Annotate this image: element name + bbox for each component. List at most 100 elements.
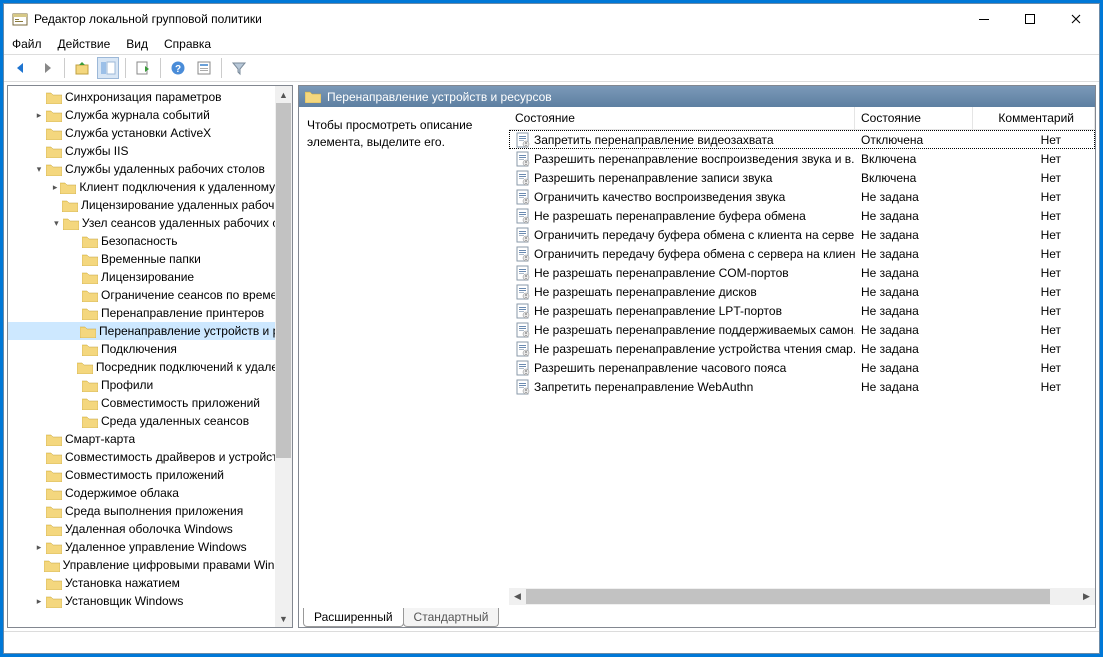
policy-row[interactable]: Ограничить качество воспроизведения звук… xyxy=(509,187,1095,206)
policy-row[interactable]: Ограничить передачу буфера обмена с серв… xyxy=(509,244,1095,263)
help-button[interactable]: ? xyxy=(167,57,189,79)
tree-item[interactable]: Лицензирование xyxy=(8,268,292,286)
tab-standard[interactable]: Стандартный xyxy=(403,608,500,627)
export-list-button[interactable] xyxy=(132,57,154,79)
tree-item[interactable]: Удаленная оболочка Windows xyxy=(8,520,292,538)
policy-row[interactable]: Разрешить перенаправление часового пояса… xyxy=(509,358,1095,377)
show-hide-tree-button[interactable] xyxy=(97,57,119,79)
statusbar xyxy=(4,631,1099,653)
tree-item-label: Посредник подключений к удаленному рабоч… xyxy=(96,358,292,376)
folder-icon xyxy=(82,415,98,428)
column-header-comment[interactable]: Комментарий xyxy=(973,107,1095,129)
tree-item[interactable]: ▸Удаленное управление Windows xyxy=(8,538,292,556)
tree-item[interactable]: Временные папки xyxy=(8,250,292,268)
tree-item[interactable]: Совместимость приложений xyxy=(8,466,292,484)
policy-name: Запретить перенаправление WebAuthn xyxy=(534,380,753,394)
detail-pane: Перенаправление устройств и ресурсов Что… xyxy=(298,85,1096,628)
tree-item-label: Совместимость приложений xyxy=(65,466,224,484)
policy-row[interactable]: Запретить перенаправление WebAuthnНе зад… xyxy=(509,377,1095,396)
chevron-right-icon[interactable]: ▸ xyxy=(32,538,46,556)
tree-item[interactable]: Содержимое облака xyxy=(8,484,292,502)
chevron-down-icon[interactable]: ▾ xyxy=(32,160,46,178)
tree-item[interactable]: Перенаправление устройств и ресурсов xyxy=(8,322,292,340)
tree-item[interactable]: ▾Узел сеансов удаленных рабочих столов xyxy=(8,214,292,232)
tree-item-label: Управление цифровыми правами Windows Med… xyxy=(63,556,292,574)
tree-item[interactable]: Служба установки ActiveX xyxy=(8,124,292,142)
chevron-right-icon[interactable]: ▸ xyxy=(50,178,60,196)
column-header-name[interactable]: Состояние xyxy=(509,107,855,129)
tree-item[interactable]: ▾Службы удаленных рабочих столов xyxy=(8,160,292,178)
close-button[interactable] xyxy=(1053,4,1099,34)
policy-row[interactable]: Запретить перенаправление видеозахватаОт… xyxy=(509,130,1095,149)
scroll-up-icon[interactable]: ▲ xyxy=(275,86,292,103)
menu-view[interactable]: Вид xyxy=(126,37,148,51)
policy-row[interactable]: Не разрешать перенаправление дисковНе за… xyxy=(509,282,1095,301)
list-rows[interactable]: Запретить перенаправление видеозахватаОт… xyxy=(509,130,1095,588)
tree-item[interactable]: Безопасность xyxy=(8,232,292,250)
list-horizontal-scrollbar[interactable]: ◀ ▶ xyxy=(509,588,1095,605)
menu-help[interactable]: Справка xyxy=(164,37,211,51)
folder-icon xyxy=(80,325,96,338)
policy-row[interactable]: Не разрешать перенаправление буфера обме… xyxy=(509,206,1095,225)
menu-action[interactable]: Действие xyxy=(58,37,111,51)
scroll-right-icon[interactable]: ▶ xyxy=(1078,588,1095,605)
up-button[interactable] xyxy=(71,57,93,79)
tree-item[interactable]: Синхронизация параметров xyxy=(8,88,292,106)
tree-item-label: Совместимость приложений xyxy=(101,394,260,412)
tree-vertical-scrollbar[interactable]: ▲ ▼ xyxy=(275,86,292,627)
tree-item[interactable]: Перенаправление принтеров xyxy=(8,304,292,322)
chevron-right-icon[interactable]: ▸ xyxy=(32,592,46,610)
tree-item[interactable]: ▸Установщик Windows xyxy=(8,592,292,610)
scroll-down-icon[interactable]: ▼ xyxy=(275,610,292,627)
properties-button[interactable] xyxy=(193,57,215,79)
tree-item[interactable]: Совместимость приложений xyxy=(8,394,292,412)
tree-item[interactable]: Профили xyxy=(8,376,292,394)
folder-icon xyxy=(46,487,62,500)
tree-item[interactable]: Смарт-карта xyxy=(8,430,292,448)
tree-item[interactable]: Посредник подключений к удаленному рабоч… xyxy=(8,358,292,376)
policy-name: Ограничить качество воспроизведения звук… xyxy=(534,190,785,204)
policy-row[interactable]: Не разрешать перенаправление LPT-портовН… xyxy=(509,301,1095,320)
forward-button[interactable] xyxy=(36,57,58,79)
chevron-down-icon[interactable]: ▾ xyxy=(50,214,63,232)
folder-tree[interactable]: Синхронизация параметров▸Служба журнала … xyxy=(8,86,292,612)
tree-item[interactable]: ▸Клиент подключения к удаленному рабочем… xyxy=(8,178,292,196)
policy-icon xyxy=(515,170,531,186)
policy-icon xyxy=(515,132,531,148)
policy-row[interactable]: Не разрешать перенаправление устройства … xyxy=(509,339,1095,358)
folder-icon xyxy=(63,217,79,230)
tree-item[interactable]: Среда выполнения приложения xyxy=(8,502,292,520)
policy-row[interactable]: Не разрешать перенаправление COM-портовН… xyxy=(509,263,1095,282)
tree-item[interactable]: ▸Служба журнала событий xyxy=(8,106,292,124)
tree-item[interactable]: Управление цифровыми правами Windows Med… xyxy=(8,556,292,574)
policy-name: Не разрешать перенаправление буфера обме… xyxy=(534,209,806,223)
back-button[interactable] xyxy=(10,57,32,79)
scroll-thumb[interactable] xyxy=(526,589,1050,604)
chevron-right-icon[interactable]: ▸ xyxy=(32,106,46,124)
menu-file[interactable]: Файл xyxy=(12,37,42,51)
policy-row[interactable]: Не разрешать перенаправление поддерживае… xyxy=(509,320,1095,339)
tree-item[interactable]: Лицензирование удаленных рабочих столов xyxy=(8,196,292,214)
tree-item[interactable]: Службы IIS xyxy=(8,142,292,160)
tree-item[interactable]: Среда удаленных сеансов xyxy=(8,412,292,430)
minimize-button[interactable] xyxy=(961,4,1007,34)
menubar: Файл Действие Вид Справка xyxy=(4,34,1099,54)
tree-item[interactable]: Ограничение сеансов по времени xyxy=(8,286,292,304)
policy-row[interactable]: Разрешить перенаправление записи звукаВк… xyxy=(509,168,1095,187)
scroll-left-icon[interactable]: ◀ xyxy=(509,588,526,605)
tree-item[interactable]: Совместимость драйверов и устройств xyxy=(8,448,292,466)
scroll-thumb[interactable] xyxy=(276,103,291,458)
policy-row[interactable]: Разрешить перенаправление воспроизведени… xyxy=(509,149,1095,168)
filter-button[interactable] xyxy=(228,57,250,79)
tab-extended[interactable]: Расширенный xyxy=(303,608,404,627)
policy-row[interactable]: Ограничить передачу буфера обмена с клие… xyxy=(509,225,1095,244)
folder-icon xyxy=(77,361,93,374)
policy-icon xyxy=(515,341,531,357)
tree-item[interactable]: Подключения xyxy=(8,340,292,358)
column-header-state[interactable]: Состояние xyxy=(855,107,973,129)
maximize-button[interactable] xyxy=(1007,4,1053,34)
folder-icon xyxy=(82,253,98,266)
policy-list: Состояние Состояние Комментарий Запретит… xyxy=(509,107,1095,605)
tree-item[interactable]: Установка нажатием xyxy=(8,574,292,592)
policy-state: Не задана xyxy=(855,361,973,375)
